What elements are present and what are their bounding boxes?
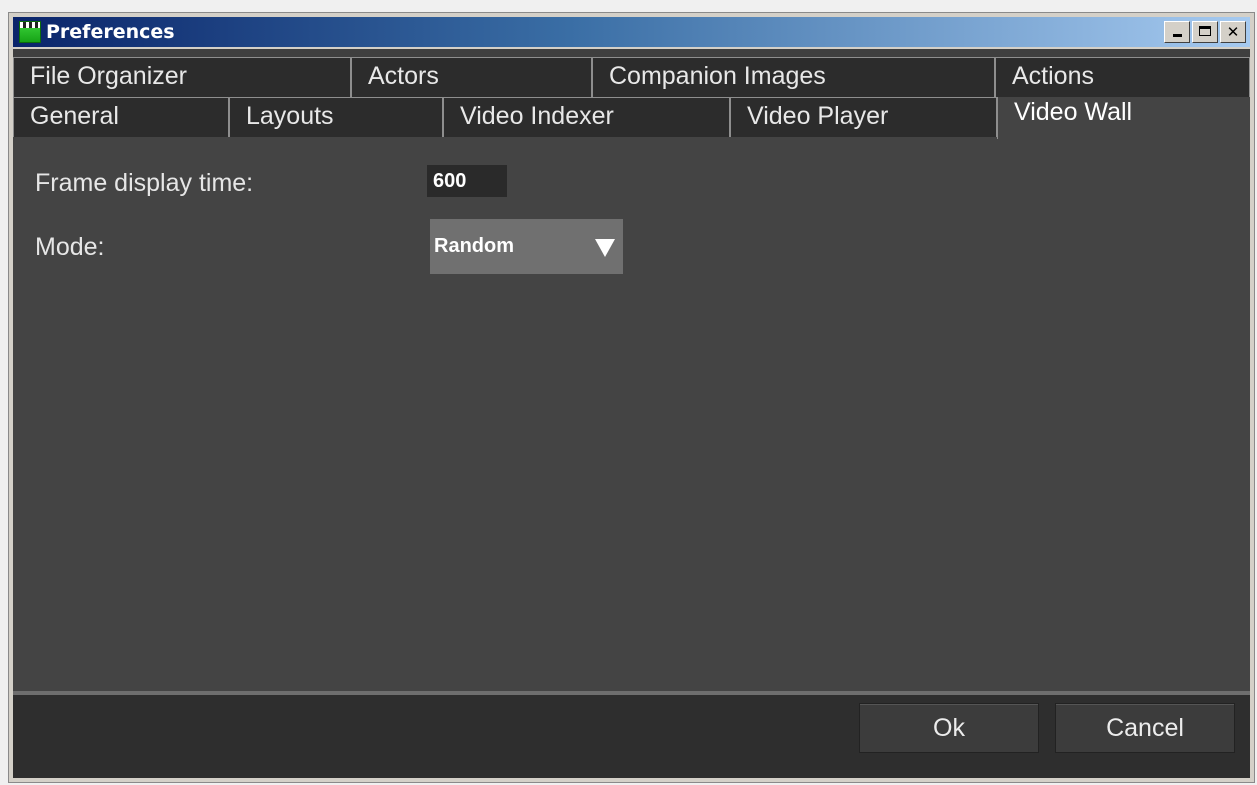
tab-actors[interactable]: Actors: [351, 57, 592, 97]
minimize-button[interactable]: [1164, 21, 1190, 43]
window-title: Preferences: [46, 21, 175, 43]
ok-button[interactable]: Ok: [859, 703, 1039, 753]
clapperboard-icon: [19, 21, 41, 43]
frame-display-time-input[interactable]: 600: [427, 165, 507, 197]
maximize-button[interactable]: [1192, 21, 1218, 43]
tab-video-wall[interactable]: Video Wall: [997, 97, 1250, 139]
tab-layouts[interactable]: Layouts: [229, 97, 443, 137]
close-button[interactable]: ✕: [1220, 21, 1246, 43]
tab-video-indexer[interactable]: Video Indexer: [443, 97, 730, 137]
preferences-window: Preferences ✕ File Organizer Actors Comp…: [8, 12, 1255, 783]
mode-select[interactable]: Random: [430, 219, 623, 274]
minimize-icon: [1173, 34, 1182, 37]
tab-video-player[interactable]: Video Player: [730, 97, 997, 137]
dialog-footer: Ok Cancel: [13, 695, 1250, 778]
window-controls: ✕: [1162, 21, 1246, 43]
video-wall-panel: Frame display time: 600 Mode: Random: [13, 137, 1250, 693]
mode-selected-value: Random: [434, 235, 514, 257]
preferences-client-area: File Organizer Actors Companion Images A…: [13, 49, 1250, 778]
mode-label: Mode:: [35, 233, 105, 261]
tab-general[interactable]: General: [13, 97, 229, 137]
tab-file-organizer[interactable]: File Organizer: [13, 57, 351, 97]
tab-companion-images[interactable]: Companion Images: [592, 57, 995, 97]
frame-display-time-label: Frame display time:: [35, 169, 254, 197]
close-icon: ✕: [1226, 23, 1240, 41]
cancel-button[interactable]: Cancel: [1055, 703, 1235, 753]
tab-actions[interactable]: Actions: [995, 57, 1250, 97]
maximize-icon: [1199, 26, 1211, 36]
triangle-down-icon: [595, 239, 615, 257]
title-bar[interactable]: Preferences ✕: [13, 17, 1250, 47]
